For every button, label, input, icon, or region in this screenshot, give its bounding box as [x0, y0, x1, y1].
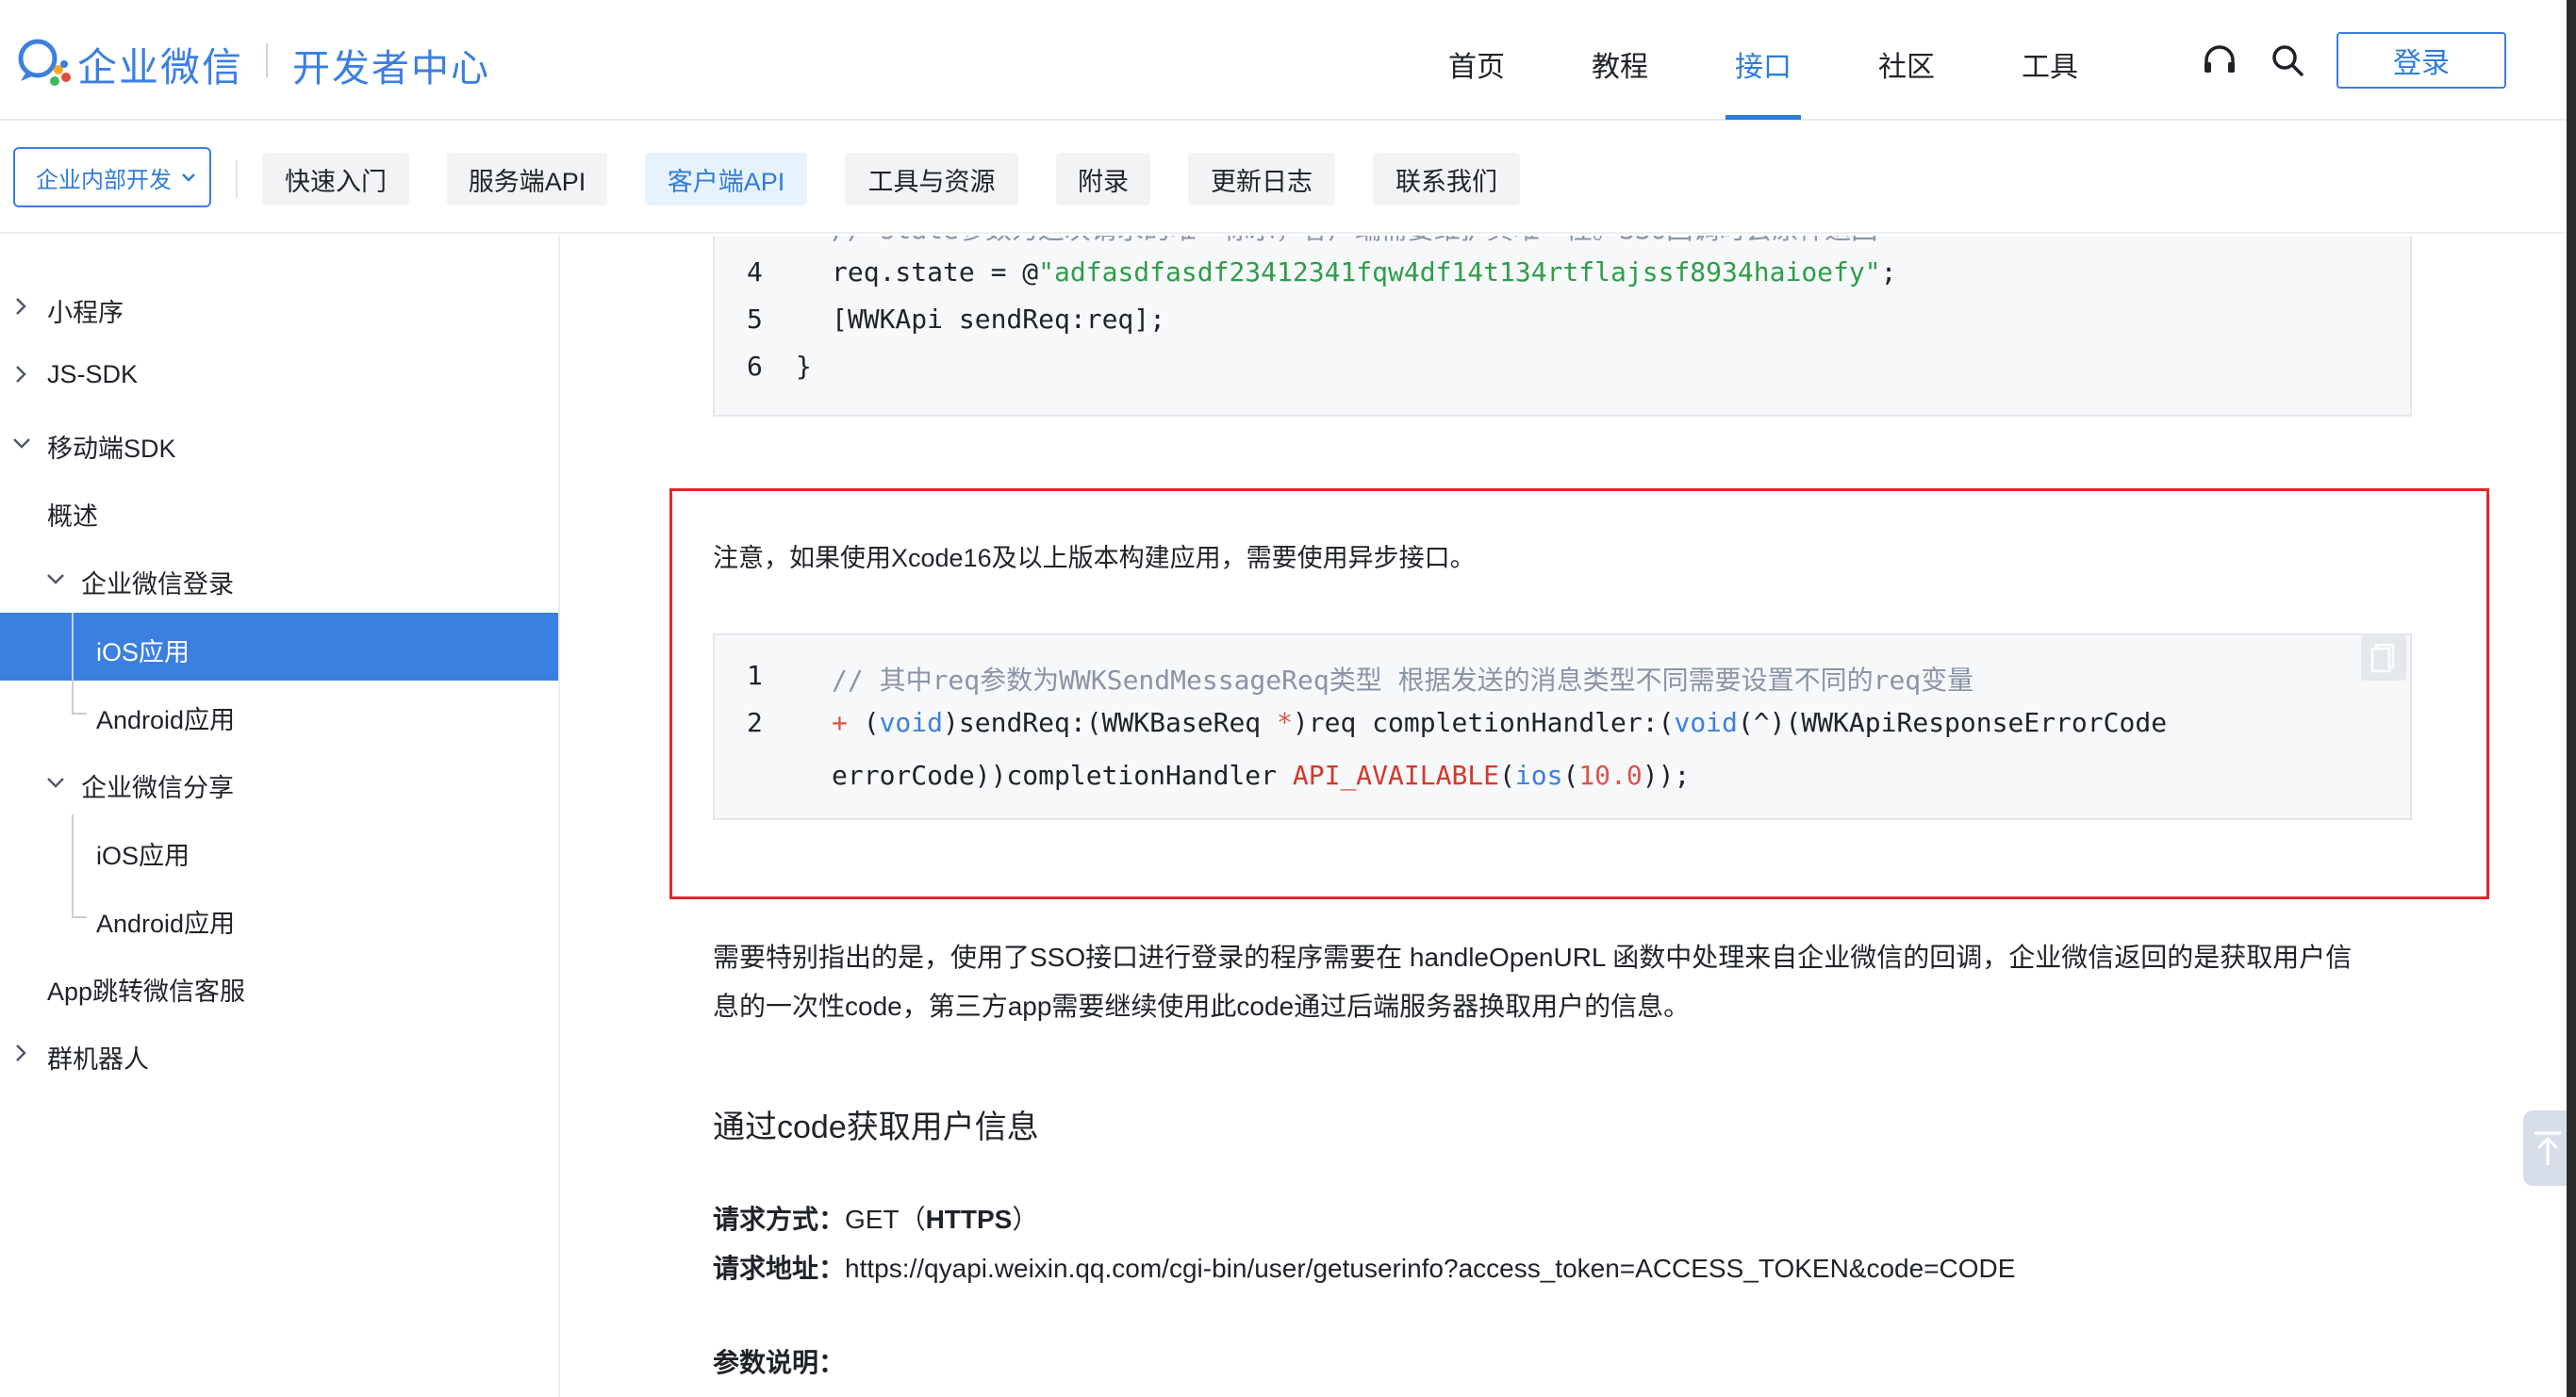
request-method-protocol: HTTPS: [925, 1205, 1013, 1234]
line-number: 4: [747, 256, 763, 288]
sidebar-item-miniprogram[interactable]: 小程序: [47, 292, 124, 329]
page: 企业微信 开发者中心 首页 教程 接口 社区 工具 登录 企业内部开发 快速入门…: [0, 0, 2567, 1397]
scope-dropdown-label: 企业内部开发: [36, 167, 172, 193]
sidebar-item-login-android[interactable]: Android应用: [96, 699, 235, 736]
chevron-down-icon[interactable]: [45, 775, 66, 790]
tree-guide-line: [72, 916, 87, 918]
sidebar-item-share-android[interactable]: Android应用: [96, 903, 235, 940]
request-url-value[interactable]: https://qyapi.weixin.qq.com/cgi-bin/user…: [845, 1254, 2015, 1283]
sidebar-item-overview[interactable]: 概述: [47, 496, 98, 533]
request-url-label: 请求地址：: [713, 1254, 846, 1283]
code-line-6: }: [796, 351, 812, 382]
line-number: 6: [747, 351, 763, 382]
sidebar-active-highlight: [0, 613, 558, 681]
code-text: ;: [1880, 256, 1897, 288]
chevron-right-icon[interactable]: [13, 296, 28, 317]
tree-guide-line: [72, 613, 74, 715]
chevron-down-icon: [182, 173, 195, 182]
chevron-down-icon[interactable]: [45, 571, 66, 586]
params-label: 参数说明：: [713, 1348, 846, 1377]
sidebar-item-login-ios[interactable]: iOS应用: [96, 632, 190, 668]
highlight-annotation-box: [669, 488, 2489, 899]
code-line-5: [WWKApi sendReq:req];: [832, 304, 1166, 335]
request-method-label: 请求方式：: [713, 1205, 846, 1234]
nav-tools[interactable]: 工具: [2022, 43, 2078, 85]
code-string: "adfasdfasdf23412341fqw4df14t134rtflajss…: [1038, 256, 1881, 288]
subbar-divider: [236, 160, 238, 198]
code-comment: // state参数为这次请求的唯一标示，客户端需要维护其唯一性。SSO回调时会…: [832, 236, 1877, 247]
code-text: req.state = @: [832, 256, 1039, 288]
tab-quick-start[interactable]: 快速入门: [262, 153, 409, 205]
brand-subtitle[interactable]: 开发者中心: [292, 38, 490, 92]
secondary-navigation-bar: 企业内部开发 快速入门 服务端API 客户端API 工具与资源 附录 更新日志 …: [0, 123, 2567, 234]
nav-home[interactable]: 首页: [1448, 43, 1505, 85]
nav-api[interactable]: 接口: [1735, 43, 1792, 85]
request-method: 请求方式：GET（HTTPS）: [713, 1199, 1038, 1237]
nav-active-indicator: [1726, 115, 1801, 120]
request-method-tail: ）: [1012, 1205, 1039, 1234]
sidebar-item-wecom-share[interactable]: 企业微信分享: [81, 767, 234, 804]
chevron-right-icon[interactable]: [13, 1043, 28, 1063]
code-block-login: 3 // state参数为这次请求的唯一标示，客户端需要维护其唯一性。SSO回调…: [713, 236, 2412, 417]
sidebar-item-group-robot[interactable]: 群机器人: [47, 1039, 149, 1076]
paragraph-line: 需要特别指出的是，使用了SSO接口进行登录的程序需要在 handleOpenUR…: [713, 943, 2353, 972]
tab-contact[interactable]: 联系我们: [1373, 153, 1520, 205]
sidebar-item-share-ios[interactable]: iOS应用: [96, 835, 190, 872]
request-method-value: GET（: [845, 1205, 926, 1234]
sso-callback-paragraph: 需要特别指出的是，使用了SSO接口进行登录的程序需要在 handleOpenUR…: [713, 933, 2429, 1031]
headset-icon[interactable]: [2201, 41, 2238, 79]
tree-guide-line: [72, 713, 87, 715]
brand-name[interactable]: 企业微信: [77, 36, 243, 93]
request-url: 请求地址：https://qyapi.weixin.qq.com/cgi-bin…: [713, 1248, 2015, 1286]
chevron-right-icon[interactable]: [13, 364, 28, 385]
code-line-4: req.state = @"adfasdfasdf23412341fqw4df1…: [832, 256, 1896, 288]
scope-dropdown[interactable]: 企业内部开发: [13, 147, 211, 207]
sidebar-item-wechat-kf[interactable]: App跳转微信客服: [47, 971, 245, 1008]
params-heading: 参数说明：: [713, 1342, 845, 1380]
tab-appendix[interactable]: 附录: [1056, 153, 1150, 205]
tree-guide-line: [72, 814, 74, 918]
search-icon[interactable]: [2269, 41, 2306, 79]
section-title: 通过code获取用户信息: [713, 1109, 1039, 1145]
tab-tools-resources[interactable]: 工具与资源: [845, 153, 1018, 205]
login-button[interactable]: 登录: [2337, 32, 2506, 89]
top-navigation-bar: 企业微信 开发者中心 首页 教程 接口 社区 工具 登录: [0, 0, 2567, 121]
tab-client-api[interactable]: 客户端API: [645, 153, 807, 205]
wecom-logo-icon[interactable]: [13, 34, 79, 89]
back-to-top-button[interactable]: [2523, 1110, 2567, 1186]
sidebar-item-mobile-sdk[interactable]: 移动端SDK: [47, 428, 176, 465]
sidebar: 小程序 JS-SDK 移动端SDK 概述 企业微信登录 iOS应用 Androi…: [0, 236, 560, 1397]
tab-changelog[interactable]: 更新日志: [1188, 153, 1335, 205]
arrow-up-icon: [2535, 1131, 2561, 1165]
chevron-down-icon[interactable]: [11, 436, 32, 451]
tab-server-api[interactable]: 服务端API: [447, 153, 607, 205]
nav-community[interactable]: 社区: [1878, 43, 1935, 85]
line-number: 5: [747, 304, 763, 335]
line-number: 3: [747, 236, 763, 240]
nav-tutorials[interactable]: 教程: [1592, 43, 1648, 85]
sidebar-item-js-sdk[interactable]: JS-SDK: [47, 360, 138, 389]
sidebar-item-wecom-login[interactable]: 企业微信登录: [81, 564, 234, 600]
paragraph-line: 息的一次性code，第三方app需要继续使用此code通过后端服务器换取用户的信…: [713, 992, 1691, 1021]
brand-divider: [266, 43, 268, 77]
